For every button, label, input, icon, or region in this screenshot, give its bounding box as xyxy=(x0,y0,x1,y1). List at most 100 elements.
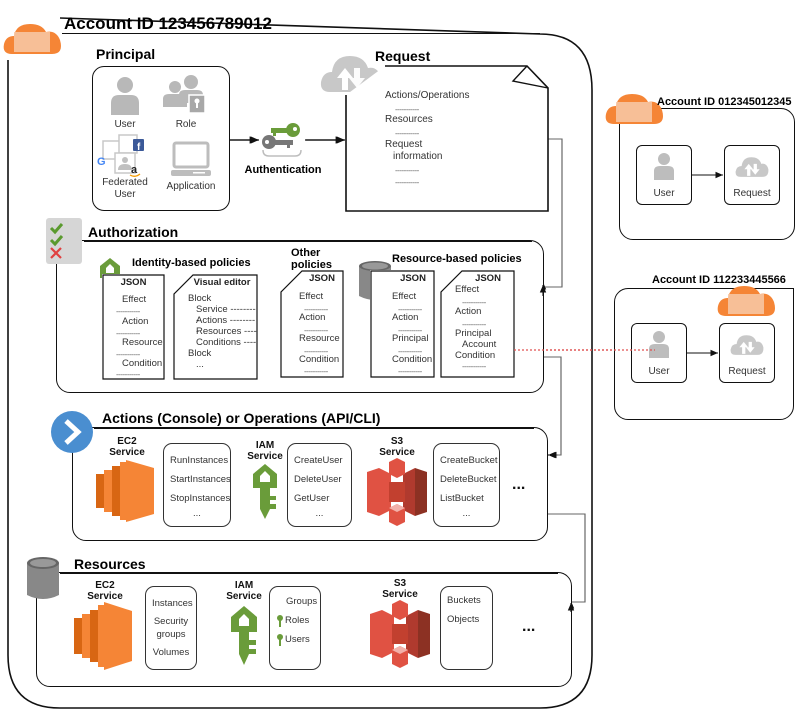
authentication[interactable]: Authentication xyxy=(240,118,325,180)
iam-key-icon xyxy=(251,462,279,520)
resource-item[interactable]: Instances xyxy=(152,597,193,610)
policy-divider: ----------- xyxy=(116,370,140,379)
authorization-underline xyxy=(84,241,532,242)
account3-request-node[interactable]: Request xyxy=(719,323,775,383)
principal-role[interactable]: Role xyxy=(161,73,211,133)
resource-item[interactable]: groups xyxy=(152,628,190,641)
principal-federated-label-2: User xyxy=(114,189,136,200)
resources-ec2-list: Instances Security groups Volumes xyxy=(145,586,197,670)
policy-line: Principal xyxy=(392,333,429,344)
policy-line: Condition xyxy=(392,354,433,365)
request-line-actions: Actions/Operations xyxy=(385,90,470,101)
actions-iam-label-2: Service xyxy=(247,451,283,462)
account2-user-label: User xyxy=(653,188,675,199)
request-line-request: Request xyxy=(385,139,423,150)
small-key-icon xyxy=(277,614,283,627)
other-json-header: JSON xyxy=(309,273,335,284)
principal-box: User Role f G a Federated User Applicati… xyxy=(92,66,230,211)
account2-title: Account ID 012345012345 xyxy=(657,96,792,108)
policy-line: Effect xyxy=(392,291,417,302)
action-item[interactable]: StopInstances xyxy=(170,489,230,508)
svg-text:a: a xyxy=(131,164,138,176)
identity-json-document[interactable]: JSON Effect ----------- Action ---------… xyxy=(102,274,165,380)
other-policies-document[interactable]: JSON Effect ----------- Action ---------… xyxy=(280,270,344,378)
actions-ec2-list: RunInstances StartInstances StopInstance… xyxy=(163,443,231,527)
resource-item[interactable]: Groups xyxy=(276,592,317,611)
visual-line: Block xyxy=(188,293,212,304)
resource-item-label: Roles xyxy=(285,615,310,626)
resource-item-roles[interactable]: Roles xyxy=(276,611,314,630)
actions-underline xyxy=(94,428,534,429)
resources-underline xyxy=(60,573,558,574)
resource-item[interactable]: Security xyxy=(152,615,190,628)
account2-request-node[interactable]: Request xyxy=(724,145,780,205)
resource-policies-title: Resource-based policies xyxy=(392,253,522,265)
policy-line: Action xyxy=(392,312,419,323)
keys-icon xyxy=(262,123,302,157)
role-icon xyxy=(163,75,206,114)
request-title: Request xyxy=(375,48,431,64)
actions-s3-label-2: Service xyxy=(379,447,415,458)
request-cloud-icon xyxy=(730,335,764,355)
principal-role-label: Role xyxy=(175,119,197,130)
action-item[interactable]: CreateUser xyxy=(294,451,345,470)
authorization-checklist-icon xyxy=(46,218,82,264)
resources-iam-label-1: IAM xyxy=(234,580,254,591)
policy-line: Effect xyxy=(122,294,147,305)
account3-cloud-icon xyxy=(716,282,778,318)
resources-s3-label-2: Service xyxy=(382,589,418,600)
user-icon xyxy=(649,331,669,358)
resources-iam-label-2: Service xyxy=(226,591,262,602)
action-item[interactable]: ListBucket xyxy=(440,489,493,508)
main-account-title: Account ID 123456789012 xyxy=(64,14,272,33)
principal-user[interactable]: User xyxy=(103,75,147,133)
resource-item[interactable]: Objects xyxy=(447,610,486,629)
identity-policies-title: Identity-based policies xyxy=(132,257,251,269)
s3-icon xyxy=(367,458,427,526)
resource-json-header: JSON xyxy=(475,273,501,284)
request-divider: ----------- xyxy=(395,178,419,187)
request-divider: ----------- xyxy=(395,129,419,138)
resource-item[interactable]: Buckets xyxy=(447,591,486,610)
iam-key-icon xyxy=(229,604,259,666)
policy-line: Condition xyxy=(455,350,496,361)
resource-policy-document-1[interactable]: JSON Effect ----------- Action ---------… xyxy=(370,270,435,378)
resource-item[interactable]: Volumes xyxy=(152,646,190,659)
resources-s3-label-1: S3 xyxy=(393,578,407,589)
actions-iam-label-1: IAM xyxy=(255,440,275,451)
main-account-title-underline xyxy=(62,33,540,34)
request-document[interactable]: Actions/Operations ----------- Resources… xyxy=(345,65,549,212)
svg-text:G: G xyxy=(97,156,106,168)
request-divider: ----------- xyxy=(395,105,419,114)
action-item[interactable]: DeleteBucket xyxy=(440,470,497,489)
resource-policy-document-2[interactable]: JSON Effect ----------- Action ---------… xyxy=(440,270,515,378)
action-item-more: ... xyxy=(315,508,324,519)
resources-more-ellipsis: ... xyxy=(522,618,536,635)
actions-more-ellipsis: ... xyxy=(512,476,526,493)
principal-title: Principal xyxy=(96,46,156,62)
aws-cloud-icon xyxy=(2,20,64,56)
action-item[interactable]: RunInstances xyxy=(170,451,228,470)
policy-line: Effect xyxy=(299,291,324,302)
federated-user-icon: f G a xyxy=(97,134,144,177)
action-item[interactable]: CreateBucket xyxy=(440,451,498,470)
principal-federated-label-1: Federated xyxy=(102,177,148,188)
resource-item-users[interactable]: Users xyxy=(276,630,314,649)
account2-user-node[interactable]: User xyxy=(636,145,692,205)
authentication-label: Authentication xyxy=(244,164,322,176)
resources-database-icon xyxy=(26,556,60,602)
visual-line: ... xyxy=(196,359,204,370)
visual-line: Resources ---- xyxy=(196,326,257,337)
action-item[interactable]: DeleteUser xyxy=(294,470,345,489)
action-item[interactable]: GetUser xyxy=(294,489,345,508)
account3-user-node[interactable]: User xyxy=(631,323,687,383)
request-divider: ----------- xyxy=(395,166,419,175)
resources-s3-list: Buckets Objects xyxy=(440,586,493,670)
action-item[interactable]: StartInstances xyxy=(170,470,231,489)
principal-application[interactable]: Application xyxy=(163,141,219,201)
other-policies-title-1: Other xyxy=(291,247,321,259)
visual-editor-header: Visual editor xyxy=(193,277,251,288)
identity-visual-editor-document[interactable]: Visual editor Block Service --------- Ac… xyxy=(173,274,258,380)
account2-request-label: Request xyxy=(733,188,771,199)
principal-federated-user[interactable]: f G a Federated User xyxy=(97,133,153,209)
